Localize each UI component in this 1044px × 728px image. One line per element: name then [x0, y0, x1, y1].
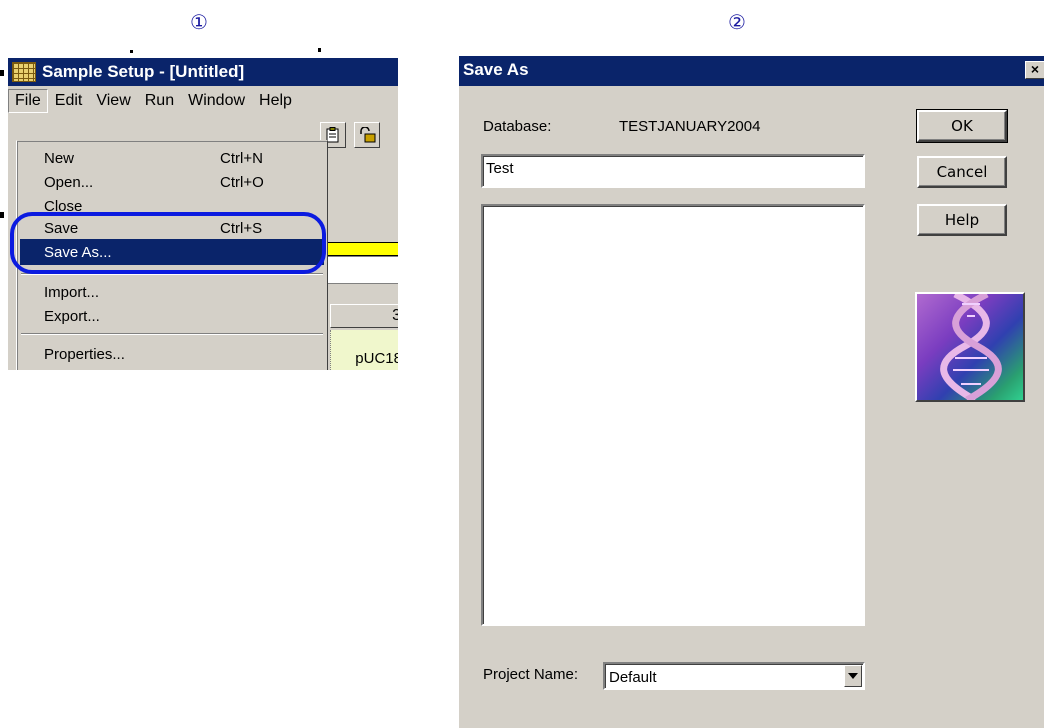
menu-help[interactable]: Help	[252, 90, 299, 112]
menu-item-close[interactable]: Close	[20, 195, 324, 217]
grid-cell[interactable]: pUC18	[330, 330, 398, 370]
sample-setup-window: Sample Setup - [Untitled] File Edit View…	[8, 58, 398, 370]
app-grid-icon	[12, 62, 36, 82]
menu-separator	[21, 333, 323, 335]
status-strip	[324, 242, 398, 256]
window-titlebar[interactable]: Sample Setup - [Untitled]	[8, 58, 398, 86]
step-marker-2: ②	[728, 10, 746, 34]
project-name-select[interactable]: Default	[603, 662, 865, 690]
menu-item-label: Close	[44, 197, 83, 215]
project-name-value: Default	[609, 669, 657, 686]
grid-column-header[interactable]: 3	[330, 304, 398, 328]
menu-item-shortcut: Ctrl+N	[220, 149, 263, 167]
ok-button[interactable]: OK	[916, 109, 1008, 143]
menu-item-label: Save As...	[44, 243, 112, 261]
file-menu-dropdown: New Ctrl+N Open... Ctrl+O Close Save Ctr…	[16, 140, 328, 370]
menu-window[interactable]: Window	[181, 90, 252, 112]
chevron-down-icon	[848, 673, 858, 679]
edge-tick	[0, 212, 4, 218]
menu-item-save-as[interactable]: Save As...	[20, 239, 324, 265]
menu-item-label: Export...	[44, 307, 100, 325]
menu-item-open[interactable]: Open... Ctrl+O	[20, 171, 324, 193]
file-menu-screenshot: Sample Setup - [Untitled] File Edit View…	[0, 40, 398, 370]
save-as-dialog: Save As × Database: TESTJANUARY2004 Test…	[458, 56, 1044, 728]
name-field[interactable]: Test	[481, 154, 865, 188]
lock-icon	[360, 127, 376, 143]
menu-item-label: Open...	[44, 173, 94, 191]
database-value: TESTJANUARY2004	[619, 118, 761, 135]
menu-item-label: New	[44, 149, 75, 167]
existing-names-list[interactable]	[481, 204, 865, 626]
menu-item-export[interactable]: Export...	[20, 305, 324, 327]
dna-helix-image	[915, 292, 1025, 402]
menu-item-shortcut: Ctrl+S	[220, 219, 263, 237]
menu-item-import[interactable]: Import...	[20, 281, 324, 303]
menu-item-save[interactable]: Save Ctrl+S	[20, 217, 324, 239]
menu-item-shortcut: Ctrl+O	[220, 173, 264, 191]
close-icon[interactable]: ×	[1025, 61, 1044, 79]
menu-file[interactable]: File	[8, 89, 48, 113]
edge-tick	[0, 70, 4, 76]
help-button[interactable]: Help	[917, 204, 1007, 236]
menubar: File Edit View Run Window Help	[8, 88, 398, 114]
menu-item-new[interactable]: New Ctrl+N	[20, 147, 324, 169]
dropdown-arrow-icon[interactable]	[844, 665, 862, 687]
dna-helix-icon	[940, 294, 1002, 400]
menu-run[interactable]: Run	[138, 90, 181, 112]
menu-item-label: Import...	[44, 283, 100, 301]
menu-edit[interactable]: Edit	[48, 90, 90, 112]
menu-item-properties[interactable]: Properties...	[20, 343, 324, 365]
window-title: Sample Setup - [Untitled]	[42, 62, 245, 81]
database-label: Database:	[483, 118, 552, 135]
menu-separator	[21, 273, 323, 275]
menu-item-label: Save	[44, 219, 79, 237]
project-name-label: Project Name:	[483, 666, 579, 683]
step-marker-1: ①	[190, 10, 208, 34]
cropped-edge-artifact	[130, 48, 321, 53]
cancel-button[interactable]: Cancel	[917, 156, 1007, 188]
menu-view[interactable]: View	[89, 90, 137, 112]
toolbar-lock-button[interactable]	[354, 122, 380, 148]
menu-item-label: Properties...	[44, 345, 125, 363]
grid-field[interactable]	[324, 256, 398, 284]
dialog-titlebar[interactable]: Save As	[459, 56, 1044, 86]
dialog-title: Save As	[463, 60, 529, 79]
